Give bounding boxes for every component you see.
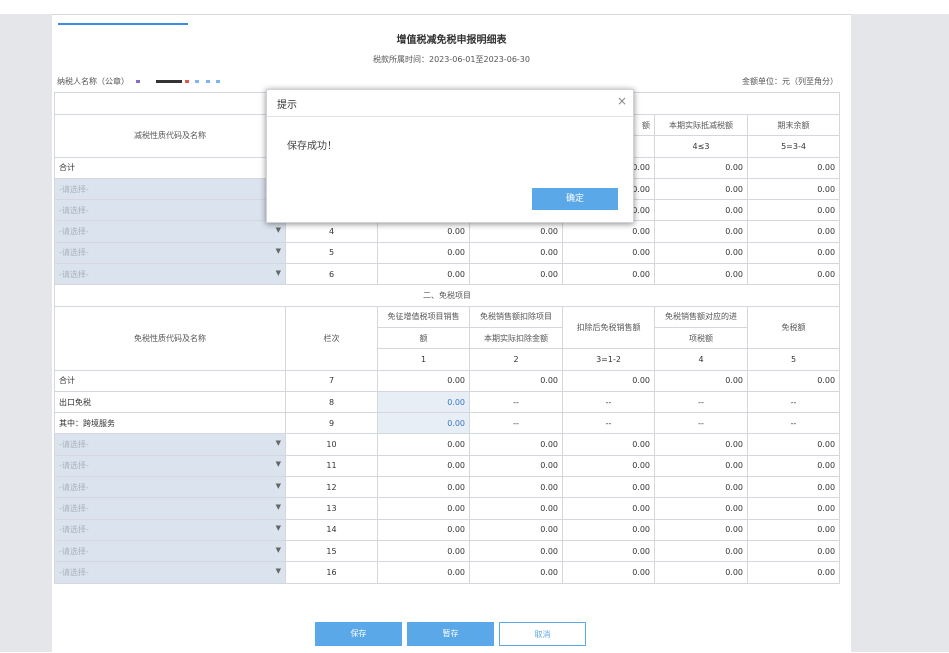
dialog-title: 提示 — [277, 100, 297, 111]
caret-down-icon: ▼ — [275, 268, 281, 277]
caret-down-icon: ▼ — [275, 524, 281, 533]
reduction-select[interactable]: -请选择- — [54, 177, 286, 201]
dialog-message: 保存成功！ — [287, 141, 337, 152]
reduction-col-end: 期末余额 — [746, 113, 841, 137]
exemption-line-header: 栏次 — [285, 305, 378, 371]
form-title: 增值税减免税申报明细表 — [396, 35, 507, 46]
mask-block — [184, 80, 189, 83]
message-dialog: 提示 × 保存成功！ 确定 — [266, 89, 634, 223]
caret-down-icon: ▼ — [275, 439, 281, 448]
amount-unit: 金额单位：元（列至角分） — [742, 77, 838, 86]
save-button[interactable]: 保存 — [315, 622, 402, 646]
exemption-code-header: 免税性质代码及名称 — [54, 305, 286, 371]
mask-block — [135, 80, 140, 83]
reduction-select[interactable]: -请选择- ▼ — [54, 263, 286, 286]
browser-top-strip — [0, 0, 949, 14]
export-exempt-input[interactable]: 0.00 — [377, 390, 470, 414]
exemption-select[interactable]: -请选择- ▼ — [54, 476, 286, 499]
table-row: -请选择- ▼ 11 0.00 0.00 0.00 0.00 0.00 — [54, 454, 841, 478]
table-row: -请选择- ▼ 15 0.00 0.00 0.00 0.00 0.00 — [54, 539, 841, 563]
masked-name — [132, 77, 221, 86]
exemption-select[interactable]: -请选择- ▼ — [54, 539, 286, 563]
exemption-select[interactable]: -请选择- ▼ — [54, 454, 286, 478]
table-row: -请选择- ▼ 6 0.00 0.00 0.00 0.00 0.00 — [54, 263, 841, 286]
table-row: -请选择- ▼ 12 0.00 0.00 0.00 0.00 0.00 — [54, 476, 841, 499]
caret-down-icon: ▼ — [275, 226, 281, 235]
reduction-formula-end: 5=3-4 — [746, 135, 841, 158]
taxpayer-label: 纳税人名称（公章） — [57, 77, 129, 86]
close-icon[interactable]: × — [617, 94, 627, 108]
table-row: -请选择- ▼ 5 0.00 0.00 0.00 0.00 0.00 — [54, 241, 841, 265]
reduction-code-header: 减税性质代码及名称 — [54, 114, 286, 158]
table-row: -请选择- ▼ 10 0.00 0.00 0.00 0.00 0.00 — [54, 433, 841, 456]
dialog-divider — [267, 116, 633, 117]
exemption-select[interactable]: -请选择- ▼ — [54, 518, 286, 541]
caret-down-icon: ▼ — [275, 566, 281, 575]
table-row: -请选择- ▼ 14 0.00 0.00 0.00 0.00 0.00 — [54, 518, 841, 541]
mask-block — [205, 80, 210, 83]
reduction-select[interactable]: -请选择- — [54, 199, 286, 222]
mask-block — [195, 80, 200, 83]
exemption-select[interactable]: -请选择- ▼ — [54, 433, 286, 456]
caret-down-icon: ▼ — [275, 481, 281, 490]
mask-block — [216, 80, 221, 83]
table-row: 合计 7 0.00 0.00 0.00 0.00 0.00 — [54, 369, 841, 392]
confirm-button[interactable]: 确定 — [532, 188, 618, 210]
caret-down-icon: ▼ — [275, 545, 281, 554]
table-row: -请选择- ▼ 13 0.00 0.00 0.00 0.00 0.00 — [54, 497, 841, 520]
reduction-col-actual: 本期实际抵减税额 — [654, 113, 748, 137]
caret-down-icon: ▼ — [275, 460, 281, 469]
reduction-select[interactable]: -请选择- ▼ — [54, 220, 286, 243]
active-tab-indicator — [58, 23, 188, 25]
table-row: 其中：跨境服务 9 0.00 -- -- -- -- — [54, 412, 841, 435]
exemption-section-title: 二、免税项目 — [53, 284, 841, 307]
reduction-select[interactable]: -请选择- ▼ — [54, 241, 286, 265]
cancel-button[interactable]: 取消 — [499, 622, 586, 646]
exemption-select[interactable]: -请选择- ▼ — [54, 561, 286, 584]
tax-period: 税款所属时间：2023-06-01至2023-06-30 — [373, 55, 530, 64]
caret-down-icon: ▼ — [275, 502, 281, 511]
mask-block — [156, 80, 183, 83]
table-row: -请选择- ▼ 16 0.00 0.00 0.00 0.00 0.00 — [54, 561, 841, 584]
draft-button[interactable]: 暂存 — [407, 622, 494, 646]
table-row: 出口免税 8 0.00 -- -- -- -- — [54, 390, 841, 414]
taxpayer-name: 纳税人名称（公章） — [57, 76, 221, 87]
caret-down-icon: ▼ — [275, 247, 281, 256]
exemption-select[interactable]: -请选择- ▼ — [54, 497, 286, 520]
reduction-formula-actual: 4≤3 — [654, 135, 748, 158]
cross-border-input[interactable]: 0.00 — [377, 412, 470, 435]
reduction-total-label: 合计 — [54, 156, 286, 179]
table-row: -请选择- ▼ 4 0.00 0.00 0.00 0.00 0.00 — [54, 220, 841, 243]
